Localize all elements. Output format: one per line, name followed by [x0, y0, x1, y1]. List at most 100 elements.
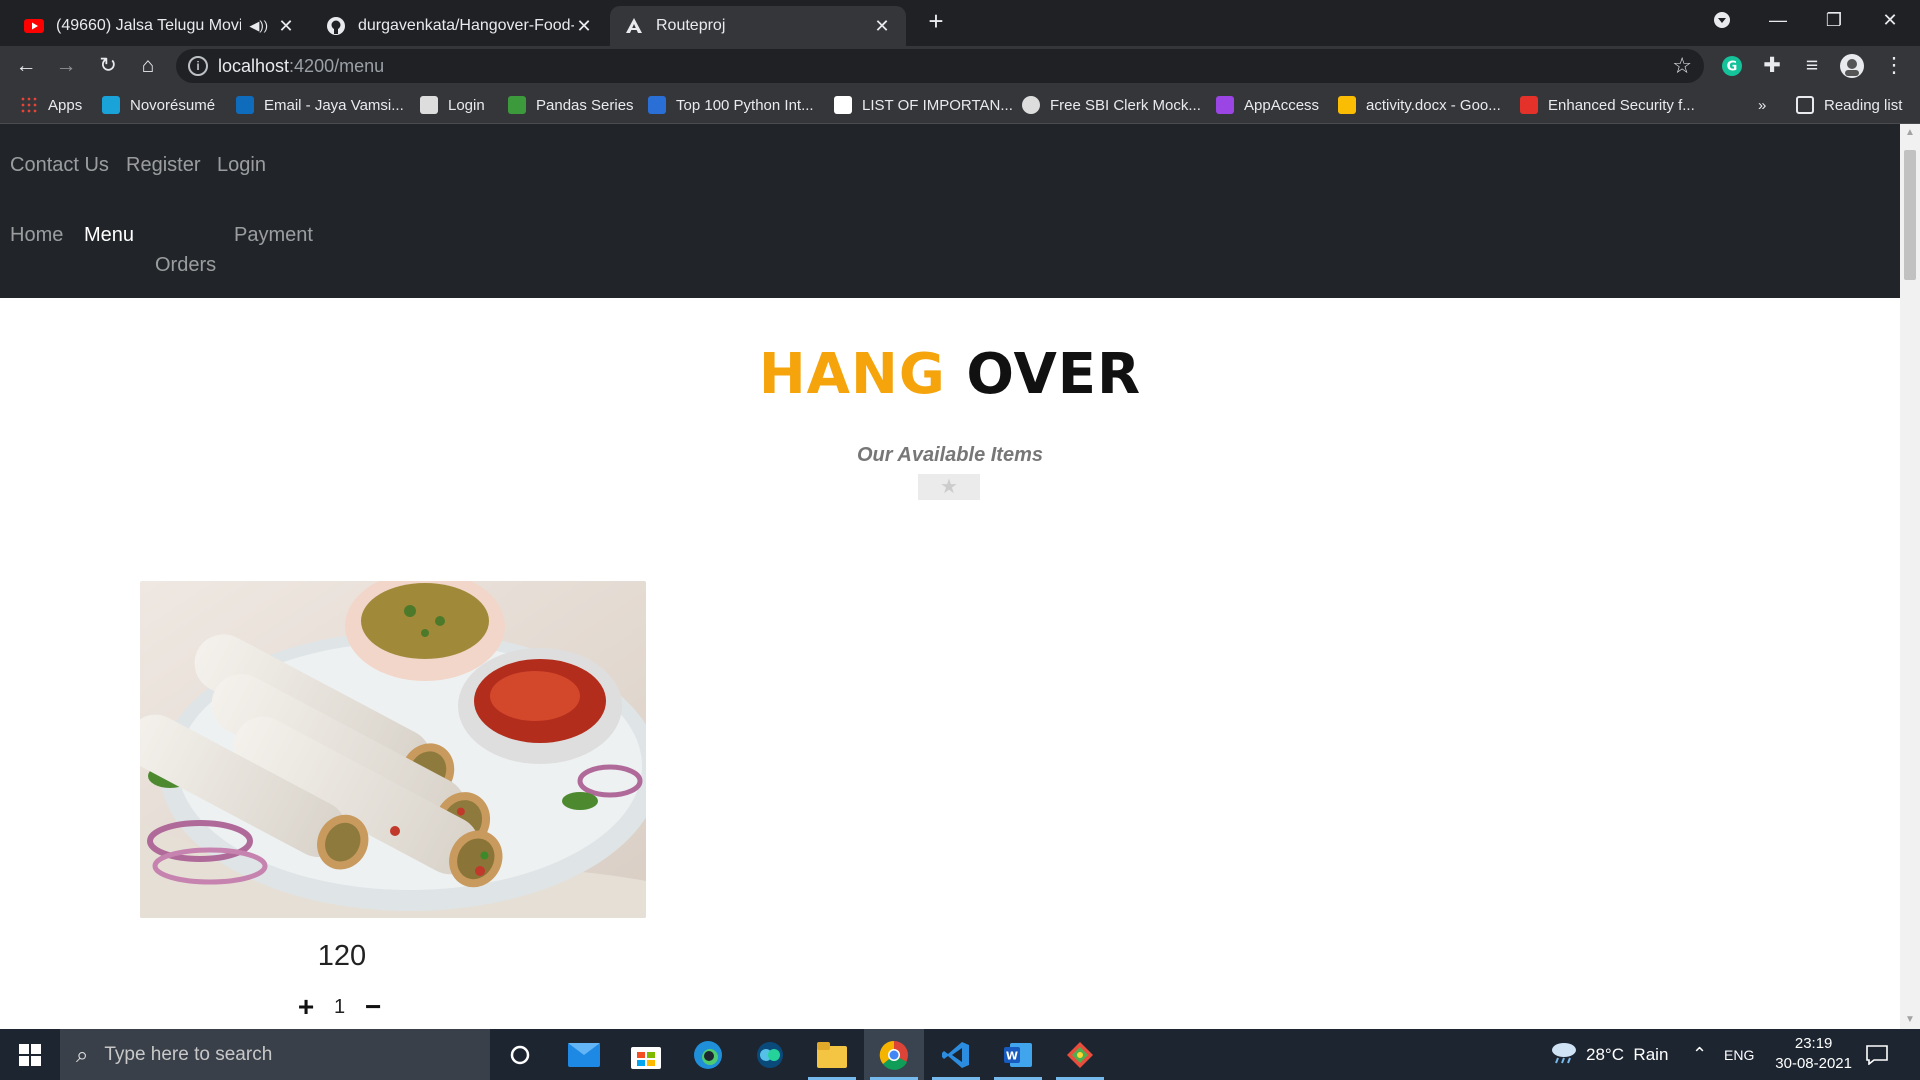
bookmark-label: Email - Jaya Vamsi...	[264, 96, 404, 114]
url-text: localhost:4200/menu	[218, 56, 384, 77]
reading-list-label: Reading list	[1824, 96, 1903, 114]
apps-grid-icon	[20, 96, 38, 114]
file-explorer-icon[interactable]	[802, 1029, 862, 1080]
bookmark-activity-docx[interactable]: activity.docx - Goo...	[1338, 94, 1501, 116]
bookmark-label: Free SBI Clerk Mock...	[1050, 96, 1201, 114]
appaccess-icon	[1216, 96, 1234, 114]
quantity-value: 1	[334, 995, 346, 1018]
bookmark-star-icon[interactable]: ☆	[1672, 53, 1692, 79]
reload-icon[interactable]: ↻	[94, 52, 122, 80]
close-window-icon[interactable]: ✕	[1862, 0, 1918, 40]
github-icon	[326, 16, 346, 36]
increase-quantity-button[interactable]: +	[296, 991, 316, 1023]
grammarly-icon[interactable]: G	[1718, 52, 1746, 80]
novoresume-icon	[102, 96, 120, 114]
bookmark-novoresume[interactable]: Novorésumé	[102, 94, 215, 116]
search-icon: ⌕	[76, 1041, 89, 1067]
webex-icon[interactable]	[740, 1029, 800, 1080]
tab-title: durgavenkata/Hangover-Food-Sp	[358, 17, 574, 34]
taskbar-search-placeholder: Type here to search	[104, 1043, 273, 1065]
extensions-icon[interactable]: ✚	[1758, 52, 1786, 80]
outlook-icon	[236, 96, 254, 114]
nav-register[interactable]: Register	[126, 154, 200, 177]
bookmark-label: LIST OF IMPORTAN...	[862, 96, 1013, 114]
tab-youtube[interactable]: (49660) Jalsa Telugu Movie F ◀)) ✕	[10, 6, 310, 46]
close-tab-icon[interactable]: ✕	[574, 16, 594, 37]
cortana-icon[interactable]	[490, 1029, 550, 1080]
bookmark-email[interactable]: Email - Jaya Vamsi...	[236, 94, 404, 116]
nav-login[interactable]: Login	[217, 154, 266, 177]
scrollbar-thumb[interactable]	[1904, 150, 1916, 280]
system-clock[interactable]: 23:19 30-08-2021	[1775, 1034, 1852, 1074]
tab-search-icon[interactable]	[1694, 0, 1750, 40]
tab-routeproj[interactable]: Routeproj ✕	[610, 6, 906, 46]
tab-title: (49660) Jalsa Telugu Movie F	[56, 17, 242, 34]
browser-menu-icon[interactable]: ⋮	[1880, 52, 1908, 80]
notifications-icon[interactable]	[1866, 1029, 1888, 1080]
bookmark-label: AppAccess	[1244, 96, 1320, 114]
brand-title-part2: OVER	[966, 342, 1142, 407]
speaker-icon[interactable]: ◀))	[249, 18, 268, 34]
decrease-quantity-button[interactable]: −	[363, 991, 383, 1023]
edge-browser-icon[interactable]	[678, 1029, 738, 1080]
scroll-down-icon[interactable]: ▼	[1900, 1011, 1920, 1029]
new-tab-button[interactable]: +	[922, 8, 950, 36]
bookmark-label: Login	[448, 96, 485, 114]
word-icon[interactable]: W	[988, 1029, 1048, 1080]
svg-text:G: G	[1727, 60, 1738, 75]
back-icon[interactable]: ←	[12, 52, 40, 80]
navbar: Contact Us Register Login Home Menu Paym…	[0, 124, 1900, 298]
bookmark-label: Top 100 Python Int...	[676, 96, 814, 114]
bookmark-appaccess[interactable]: AppAccess	[1216, 94, 1319, 116]
bookmark-label: Enhanced Security f...	[1548, 96, 1695, 114]
nav-menu[interactable]: Menu	[84, 224, 134, 247]
bookmark-login[interactable]: Login	[420, 94, 485, 116]
tray-overflow-chevron-icon[interactable]: ⌃	[1692, 1029, 1707, 1080]
bookmark-pandas-series[interactable]: Pandas Series	[508, 94, 634, 116]
reading-list-icon	[1796, 96, 1814, 114]
forward-icon[interactable]: →	[52, 52, 80, 80]
youtube-icon	[24, 16, 44, 36]
reading-list-button[interactable]: Reading list	[1796, 94, 1902, 116]
brand-title-part1: HANG	[758, 342, 946, 407]
profile-avatar-icon[interactable]	[1838, 52, 1866, 80]
bookmark-top-100-python[interactable]: Top 100 Python Int...	[648, 94, 814, 116]
bookmark-label: Novorésumé	[130, 96, 216, 114]
close-tab-icon[interactable]: ✕	[276, 16, 296, 37]
nav-orders[interactable]: Orders	[155, 254, 216, 277]
media-control-icon[interactable]: ≡	[1798, 52, 1826, 80]
bookmark-list-of-important[interactable]: LIST OF IMPORTAN...	[834, 94, 1013, 116]
input-language[interactable]: ENG	[1724, 1029, 1754, 1080]
section-subtitle: Our Available Items	[857, 444, 1043, 466]
browser-toolbar: ← → ↻ ⌂ i localhost:4200/menu ☆ G ✚ ≡ ⋮	[0, 46, 1920, 86]
windows-start-icon[interactable]	[0, 1029, 60, 1080]
bookmarks-overflow-button[interactable]: »	[1758, 94, 1766, 116]
nav-contact-us[interactable]: Contact Us	[10, 154, 109, 177]
taskbar-search-box[interactable]: ⌕ Type here to search	[60, 1029, 490, 1080]
star-icon: ★	[918, 474, 980, 500]
mail-app-icon[interactable]	[554, 1029, 614, 1080]
restore-icon[interactable]: ❐	[1806, 0, 1862, 40]
address-bar[interactable]: i localhost:4200/menu ☆	[176, 49, 1704, 83]
scroll-up-icon[interactable]: ▲	[1900, 124, 1920, 142]
minimize-icon[interactable]: —	[1750, 0, 1806, 40]
site-info-icon[interactable]: i	[188, 56, 208, 76]
vscode-icon[interactable]	[926, 1029, 986, 1080]
nav-home[interactable]: Home	[10, 224, 63, 247]
close-tab-icon[interactable]: ✕	[872, 16, 892, 37]
bookmark-free-sbi-clerk[interactable]: Free SBI Clerk Mock...	[1022, 94, 1201, 116]
item-price: 120	[317, 940, 367, 972]
nav-payment[interactable]: Payment	[234, 224, 313, 247]
rain-cloud-icon	[1550, 1040, 1578, 1069]
browser-tab-strip: (49660) Jalsa Telugu Movie F ◀)) ✕ durga…	[0, 0, 1920, 46]
home-icon[interactable]: ⌂	[134, 52, 162, 80]
page-scrollbar[interactable]: ▲ ▼	[1900, 124, 1920, 1029]
microsoft-store-icon[interactable]	[616, 1029, 676, 1080]
bookmark-enhanced-security[interactable]: Enhanced Security f...	[1520, 94, 1695, 116]
weather-widget[interactable]: 28°C Rain	[1550, 1029, 1668, 1080]
tab-github[interactable]: durgavenkata/Hangover-Food-Sp ✕	[312, 6, 608, 46]
chrome-icon[interactable]	[864, 1029, 924, 1080]
bookmark-apps[interactable]: Apps	[20, 94, 82, 116]
git-kraken-icon[interactable]	[1050, 1029, 1110, 1080]
windows-taskbar: ⌕ Type here to search W 28°C Rain ⌃ ENG …	[0, 1029, 1920, 1080]
